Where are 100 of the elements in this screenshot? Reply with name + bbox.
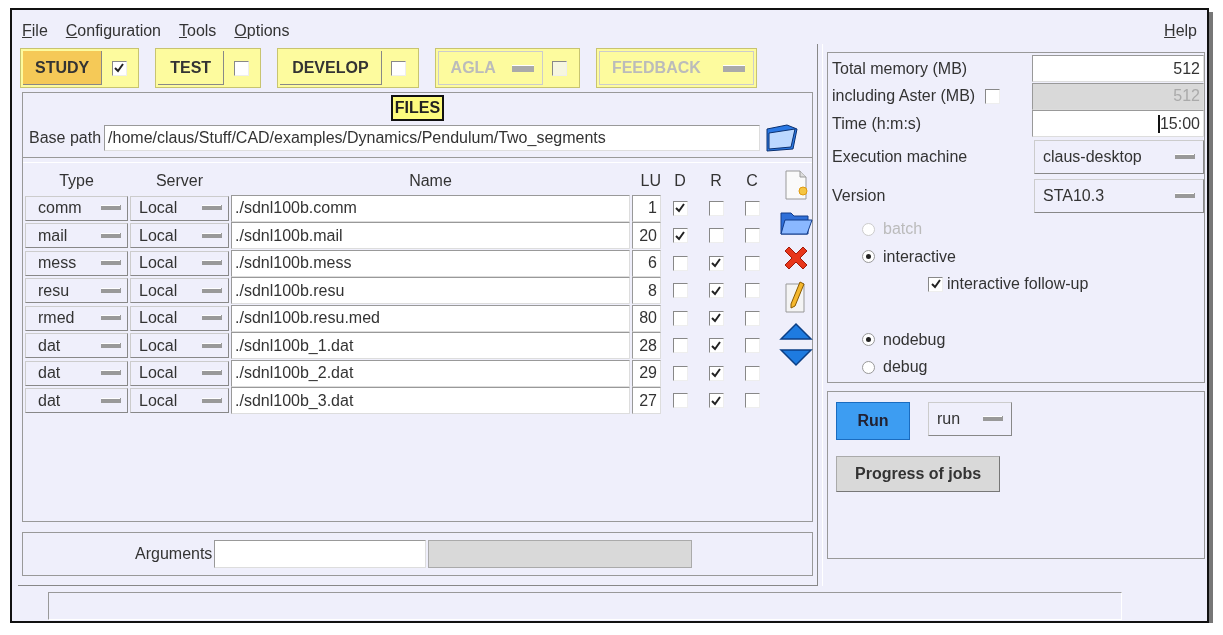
type-dropdown[interactable]: resu bbox=[25, 278, 128, 304]
radio-button[interactable] bbox=[862, 360, 875, 374]
move-down-icon[interactable] bbox=[779, 348, 813, 368]
checkbox[interactable] bbox=[708, 283, 724, 299]
checkbox[interactable] bbox=[672, 228, 688, 244]
checkbox-label: interactive follow-up bbox=[947, 275, 1089, 294]
name-field[interactable]: ./sdnl100b.resu.med bbox=[231, 304, 630, 332]
checkbox[interactable] bbox=[708, 365, 724, 381]
field-label: Base path bbox=[29, 129, 102, 147]
checkbox[interactable] bbox=[391, 60, 407, 76]
checkbox[interactable] bbox=[744, 255, 760, 271]
unit-field[interactable]: 6 bbox=[632, 249, 661, 277]
checkbox[interactable] bbox=[233, 60, 249, 76]
unit-field[interactable]: 8 bbox=[632, 277, 661, 305]
dropdown-indicator-icon bbox=[202, 397, 222, 404]
time-field[interactable]: 15:00 bbox=[1032, 110, 1204, 138]
column-header: C bbox=[745, 171, 759, 190]
dropdown-indicator-icon bbox=[202, 370, 222, 377]
server-dropdown[interactable]: Local bbox=[130, 250, 229, 276]
checkbox[interactable] bbox=[111, 60, 127, 76]
server-dropdown[interactable]: Local bbox=[130, 195, 229, 221]
unit-field[interactable]: 29 bbox=[632, 359, 661, 387]
type-dropdown[interactable]: mess bbox=[25, 250, 128, 276]
field-label: including Aster (MB) bbox=[832, 87, 976, 106]
run-button[interactable]: Run bbox=[836, 402, 910, 440]
column-header: D bbox=[673, 171, 687, 190]
unit-field[interactable]: 1 bbox=[632, 194, 661, 222]
checkbox[interactable] bbox=[672, 283, 688, 299]
checkbox[interactable] bbox=[744, 338, 760, 354]
dropdown-indicator-icon bbox=[202, 342, 222, 349]
dropdown-indicator-icon bbox=[101, 342, 121, 349]
unit-field[interactable]: 27 bbox=[632, 387, 661, 415]
menu-item[interactable]: File bbox=[22, 22, 48, 40]
checkbox[interactable] bbox=[744, 365, 760, 381]
unit-field[interactable]: 28 bbox=[632, 332, 661, 360]
type-dropdown[interactable]: dat bbox=[25, 333, 128, 359]
checkbox[interactable] bbox=[708, 338, 724, 354]
field-label: Total memory (MB) bbox=[832, 59, 969, 78]
type-dropdown[interactable]: comm bbox=[25, 195, 128, 221]
checkbox[interactable] bbox=[744, 200, 760, 216]
checkbox[interactable] bbox=[744, 310, 760, 326]
column-header: LU bbox=[639, 171, 661, 190]
run-mode-dropdown[interactable]: run bbox=[928, 402, 1012, 436]
name-field[interactable]: ./sdnl100b.mail bbox=[231, 222, 630, 250]
checkbox[interactable] bbox=[672, 338, 688, 354]
name-field[interactable]: ./sdnl100b_3.dat bbox=[231, 387, 630, 415]
checkbox[interactable] bbox=[672, 393, 688, 409]
server-dropdown[interactable]: Local bbox=[130, 333, 229, 359]
name-field[interactable]: ./sdnl100b.comm bbox=[231, 194, 630, 222]
folder-icon[interactable] bbox=[763, 123, 800, 153]
server-dropdown[interactable]: Local bbox=[130, 360, 229, 386]
radio-button[interactable] bbox=[862, 250, 875, 264]
checkbox[interactable] bbox=[744, 283, 760, 299]
memory-field[interactable]: 512 bbox=[1032, 55, 1204, 83]
mode-tab[interactable]: DEVELOP bbox=[277, 48, 419, 88]
server-dropdown[interactable]: Local bbox=[130, 223, 229, 249]
progress-button[interactable]: Progress of jobs bbox=[836, 456, 1001, 492]
checkbox[interactable] bbox=[708, 310, 724, 326]
dropdown-indicator-icon bbox=[202, 287, 222, 294]
checkbox[interactable] bbox=[672, 365, 688, 381]
server-dropdown[interactable]: Local bbox=[130, 305, 229, 331]
type-dropdown[interactable]: dat bbox=[25, 360, 128, 386]
name-field[interactable]: ./sdnl100b.mess bbox=[231, 249, 630, 277]
section-title: FILES bbox=[390, 95, 445, 121]
menu-item[interactable]: Help bbox=[1164, 22, 1197, 40]
arguments-field[interactable] bbox=[214, 540, 427, 568]
type-dropdown[interactable]: dat bbox=[25, 388, 128, 414]
checkbox[interactable] bbox=[708, 200, 724, 216]
checkbox[interactable] bbox=[928, 276, 943, 292]
name-field[interactable]: ./sdnl100b.resu bbox=[231, 277, 630, 305]
menu-item[interactable]: Configuration bbox=[65, 22, 161, 40]
radio-button[interactable] bbox=[862, 333, 875, 347]
type-dropdown[interactable]: rmed bbox=[25, 305, 128, 331]
base-path-field[interactable]: /home/claus/Stuff/CAD/examples/Dynamics/Pendulum/Two_segments bbox=[104, 125, 761, 151]
dropdown-indicator-icon bbox=[101, 397, 121, 404]
move-up-icon[interactable] bbox=[779, 321, 813, 341]
checkbox[interactable] bbox=[672, 255, 688, 271]
checkbox[interactable] bbox=[744, 228, 760, 244]
checkbox[interactable] bbox=[708, 228, 724, 244]
mode-tab[interactable]: TEST bbox=[155, 48, 262, 88]
checkbox[interactable] bbox=[672, 200, 688, 216]
radio-label: nodebug bbox=[883, 330, 946, 349]
name-field[interactable]: ./sdnl100b_1.dat bbox=[231, 332, 630, 360]
version-dropdown[interactable]: STA10.3 bbox=[1034, 179, 1204, 213]
checkbox[interactable] bbox=[672, 310, 688, 326]
type-dropdown[interactable]: mail bbox=[25, 223, 128, 249]
menu-item[interactable]: Options bbox=[234, 22, 290, 40]
checkbox[interactable] bbox=[708, 255, 724, 271]
new-file-icon[interactable] bbox=[782, 169, 810, 201]
server-dropdown[interactable]: Local bbox=[130, 388, 229, 414]
unit-field[interactable]: 80 bbox=[632, 304, 661, 332]
name-field[interactable]: ./sdnl100b_2.dat bbox=[231, 359, 630, 387]
checkbox[interactable] bbox=[744, 393, 760, 409]
dropdown-indicator-icon bbox=[202, 205, 222, 212]
menu-item[interactable]: Tools bbox=[179, 22, 217, 40]
unit-field[interactable]: 20 bbox=[632, 222, 661, 250]
machine-dropdown[interactable]: claus-desktop bbox=[1034, 140, 1204, 174]
server-dropdown[interactable]: Local bbox=[130, 278, 229, 304]
mode-tab[interactable]: STUDY bbox=[20, 48, 140, 88]
checkbox[interactable] bbox=[708, 393, 724, 409]
